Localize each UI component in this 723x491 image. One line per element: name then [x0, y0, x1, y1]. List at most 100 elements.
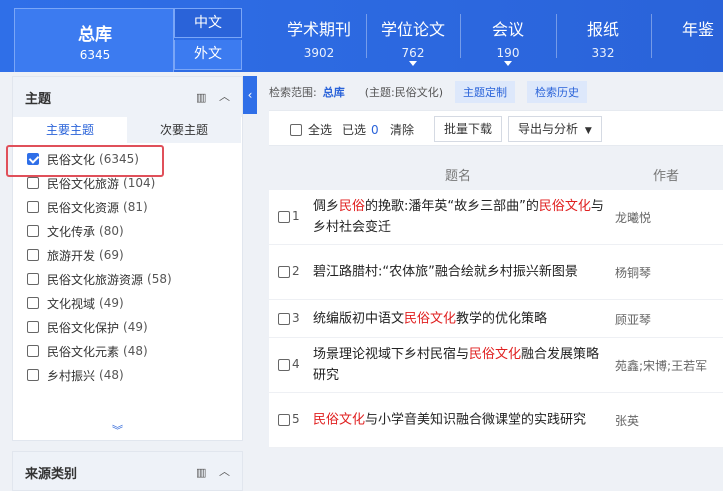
facet-label: 文化视域: [47, 296, 96, 311]
facet-item[interactable]: 旅游开发 (69): [23, 243, 242, 267]
source-facet-panel: 来源类别 ▥ ︿: [12, 451, 243, 491]
tab-label: 学位论文: [380, 20, 445, 39]
chart-icon[interactable]: ▥: [196, 91, 206, 104]
table-row: 5 民俗文化与小学音美知识融合微课堂的实践研究 张英: [269, 393, 723, 448]
checkbox[interactable]: [278, 414, 290, 426]
facet-item[interactable]: 民俗文化保护 (49): [23, 315, 242, 339]
tab-all-databases[interactable]: 总库 6345: [14, 8, 174, 72]
topic-panel-header: 主题 ▥ ︿: [13, 77, 242, 117]
table-row: 4 场景理论视域下乡村民宿与民俗文化融合发展策略研究 苑鑫;宋博;王若军: [269, 338, 723, 393]
result-title-link[interactable]: 民俗文化与小学音美知识融合微课堂的实践研究: [313, 410, 608, 431]
clear-button[interactable]: 清除: [390, 121, 414, 138]
facet-label: 民俗文化保护: [47, 320, 120, 335]
facet-item[interactable]: 民俗文化元素 (48): [23, 339, 242, 363]
source-panel-title: 来源类别: [25, 467, 78, 482]
result-title-link[interactable]: 统编版初中语文民俗文化教学的优化策略: [313, 308, 608, 329]
facet-item[interactable]: 民俗文化旅游 (104): [23, 171, 242, 195]
double-chevron-down-icon[interactable]: ︾: [112, 422, 123, 438]
col-author-header[interactable]: 作者: [653, 165, 679, 184]
result-title-link[interactable]: 场景理论视域下乡村民宿与民俗文化融合发展策略研究: [313, 344, 608, 386]
tab-count: 190: [496, 46, 520, 60]
tab-theses[interactable]: 学位论文 762: [371, 8, 455, 68]
topic-facet-panel: 主题 ▥ ︿ 主要主题 次要主题 民俗文化 (6345) 民俗文化旅游 (104) …: [12, 76, 243, 441]
result-author[interactable]: 张英: [615, 412, 723, 429]
facet-label: 民俗文化元素: [47, 344, 120, 359]
facet-list: 民俗文化 (6345) 民俗文化旅游 (104) 民俗文化资源 (81) 文化传承 (8…: [13, 147, 242, 387]
tab-journals[interactable]: 学术期刊 3902: [277, 8, 361, 68]
checkbox[interactable]: [27, 273, 39, 285]
facet-item[interactable]: 民俗文化资源 (81): [23, 195, 242, 219]
tab-secondary-topic[interactable]: 次要主题: [127, 117, 241, 143]
all-db-count: 6345: [79, 48, 111, 62]
tab-yearbooks[interactable]: 年鉴: [662, 8, 723, 68]
col-title-header[interactable]: 题名: [445, 165, 471, 184]
checkbox[interactable]: [27, 297, 39, 309]
tab-newspapers[interactable]: 报纸 332: [565, 8, 641, 68]
chevron-down-icon: [409, 61, 417, 66]
chevron-up-icon[interactable]: ︿: [219, 463, 230, 479]
selected-label: 已选: [342, 123, 367, 137]
export-analysis-button[interactable]: 导出与分析 ▼: [508, 116, 602, 142]
result-title-link[interactable]: 碧江路腊村:“农体旅”融合绘就乡村振兴新图景: [313, 262, 608, 283]
checkbox[interactable]: [278, 312, 290, 325]
facet-item[interactable]: 文化传承 (80): [23, 219, 242, 243]
facet-item[interactable]: 民俗文化旅游资源 (58): [23, 267, 242, 291]
result-author[interactable]: 龙曦悦: [615, 209, 723, 226]
checkbox[interactable]: [27, 369, 39, 381]
tab-label: 报纸: [586, 20, 619, 39]
facet-count: (104): [123, 176, 156, 190]
checkbox[interactable]: [290, 123, 302, 136]
checkbox[interactable]: [278, 211, 290, 223]
topic-subtabs: 主要主题 次要主题: [13, 117, 242, 143]
facet-label: 民俗文化: [47, 152, 96, 167]
topic-custom-button[interactable]: 主题定制: [455, 81, 516, 103]
result-author[interactable]: 顾亚琴: [615, 311, 723, 328]
facet-count: (58): [147, 272, 172, 286]
facet-label: 旅游开发: [47, 248, 96, 263]
lang-foreign-button[interactable]: 外文: [174, 40, 242, 70]
chevron-down-icon: [504, 61, 512, 66]
chevron-up-icon[interactable]: ︿: [219, 88, 230, 104]
checkbox[interactable]: [278, 359, 290, 371]
facet-label: 乡村振兴: [47, 368, 96, 383]
facet-count: (49): [99, 296, 124, 310]
checkbox-checked[interactable]: [27, 153, 39, 165]
scope-db[interactable]: 总库: [323, 84, 345, 100]
search-scope: 检索范围: 总库 (主题:民俗文化) 主题定制 检索历史: [269, 81, 588, 103]
table-row: 1 倜乡民俗的挽歌:潘年英“故乡三部曲”的民俗文化与乡村社会变迁 龙曦悦: [269, 190, 723, 245]
select-all-label: 全选: [308, 123, 333, 137]
facet-label: 民俗文化旅游资源: [47, 272, 144, 287]
tab-count: 3902: [303, 46, 335, 60]
checkbox[interactable]: [27, 345, 39, 357]
batch-download-button[interactable]: 批量下载: [434, 116, 503, 142]
checkbox[interactable]: [27, 177, 39, 189]
topic-panel-title: 主题: [25, 92, 52, 107]
chart-icon[interactable]: ▥: [196, 466, 206, 479]
result-author[interactable]: 杨铜琴: [615, 264, 723, 281]
scope-label: 检索范围:: [269, 86, 317, 99]
result-author[interactable]: 苑鑫;宋博;王若军: [615, 357, 723, 374]
selected-count: 已选 0: [342, 121, 379, 138]
facet-count: (81): [123, 200, 148, 214]
tab-conferences[interactable]: 会议 190: [468, 8, 548, 68]
tab-primary-topic[interactable]: 主要主题: [13, 117, 127, 143]
search-history-button[interactable]: 检索历史: [527, 81, 588, 103]
checkbox[interactable]: [278, 266, 290, 278]
checkbox[interactable]: [27, 201, 39, 213]
result-title-link[interactable]: 倜乡民俗的挽歌:潘年英“故乡三部曲”的民俗文化与乡村社会变迁: [313, 196, 608, 238]
collapse-sidebar-button[interactable]: ‹: [243, 76, 257, 114]
tab-label: 学术期刊: [286, 20, 351, 39]
facet-item[interactable]: 民俗文化 (6345): [23, 147, 242, 171]
checkbox[interactable]: [27, 225, 39, 237]
facet-item[interactable]: 乡村振兴 (48): [23, 363, 242, 387]
facet-count: (6345): [99, 152, 139, 166]
lang-chinese-button[interactable]: 中文: [174, 8, 242, 38]
facet-count: (48): [123, 344, 148, 358]
checkbox[interactable]: [27, 249, 39, 261]
row-number: 1: [292, 209, 300, 223]
row-number: 4: [292, 357, 300, 371]
select-all[interactable]: 全选: [290, 121, 332, 138]
facet-item[interactable]: 文化视域 (49): [23, 291, 242, 315]
result-list: 1 倜乡民俗的挽歌:潘年英“故乡三部曲”的民俗文化与乡村社会变迁 龙曦悦 2 碧…: [269, 190, 723, 448]
checkbox[interactable]: [27, 321, 39, 333]
